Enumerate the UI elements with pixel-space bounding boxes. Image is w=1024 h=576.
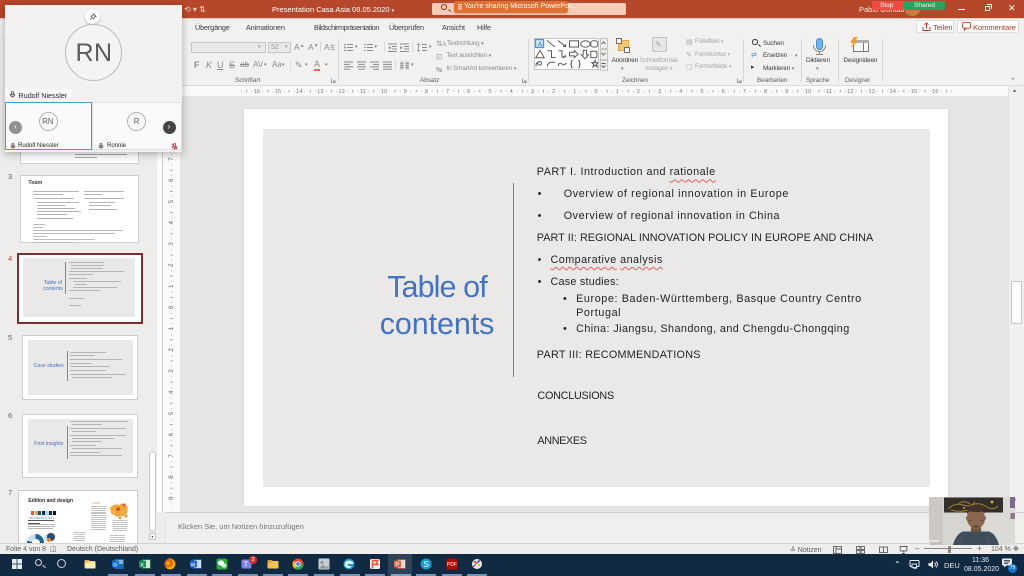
svg-text:15: 15: [275, 89, 281, 95]
svg-text:1: 1: [168, 284, 175, 288]
svg-text:8: 8: [425, 89, 428, 95]
svg-text:4: 4: [679, 89, 683, 95]
svg-text:6: 6: [168, 178, 175, 182]
svg-text:15: 15: [911, 89, 917, 95]
svg-text:11: 11: [360, 89, 366, 95]
svg-text:6: 6: [168, 432, 175, 436]
svg-text:6: 6: [467, 89, 470, 95]
svg-text:3: 3: [531, 89, 534, 95]
svg-text:PDF: PDF: [447, 562, 457, 568]
svg-text:5: 5: [168, 411, 175, 415]
svg-text:9: 9: [785, 89, 788, 95]
svg-text:9: 9: [404, 89, 407, 95]
svg-text:w: w: [190, 562, 196, 568]
svg-text:6: 6: [722, 89, 725, 95]
svg-text:5: 5: [488, 89, 491, 95]
svg-text:10: 10: [805, 89, 811, 95]
svg-text:0: 0: [594, 89, 597, 95]
svg-text:3: 3: [658, 89, 661, 95]
svg-text:7: 7: [446, 89, 449, 95]
svg-text:7: 7: [168, 454, 175, 458]
svg-text:2: 2: [637, 89, 640, 95]
svg-text:4: 4: [168, 220, 175, 224]
svg-text:2: 2: [168, 348, 175, 352]
svg-text:1: 1: [168, 326, 175, 330]
svg-text:2: 2: [552, 89, 555, 95]
svg-text:12: 12: [338, 89, 344, 95]
svg-text:16: 16: [254, 89, 260, 95]
svg-text:8: 8: [168, 475, 175, 479]
svg-text:0: 0: [168, 305, 175, 309]
svg-text:o: o: [113, 562, 117, 569]
svg-text:16: 16: [932, 89, 938, 95]
svg-text:4: 4: [510, 89, 514, 95]
svg-text:3: 3: [168, 242, 175, 246]
svg-text:10: 10: [381, 89, 387, 95]
svg-text:13: 13: [868, 89, 874, 95]
svg-text:T: T: [244, 562, 249, 569]
svg-text:5: 5: [168, 199, 175, 203]
svg-text:14: 14: [890, 89, 897, 95]
svg-text:11: 11: [826, 89, 832, 95]
svg-text:13: 13: [317, 89, 323, 95]
svg-text:1: 1: [573, 89, 576, 95]
svg-text:A: A: [538, 42, 543, 49]
svg-text:14: 14: [296, 89, 303, 95]
svg-text:7: 7: [168, 157, 175, 161]
svg-text:8: 8: [764, 89, 767, 95]
svg-text:3: 3: [168, 369, 175, 373]
svg-text:7: 7: [743, 89, 746, 95]
svg-text:1: 1: [616, 89, 619, 95]
svg-text:12: 12: [847, 89, 853, 95]
svg-text:5: 5: [700, 89, 703, 95]
svg-text:2: 2: [168, 263, 175, 267]
svg-text:9: 9: [168, 496, 175, 500]
svg-text:4: 4: [168, 390, 175, 394]
svg-text:S: S: [423, 559, 429, 569]
